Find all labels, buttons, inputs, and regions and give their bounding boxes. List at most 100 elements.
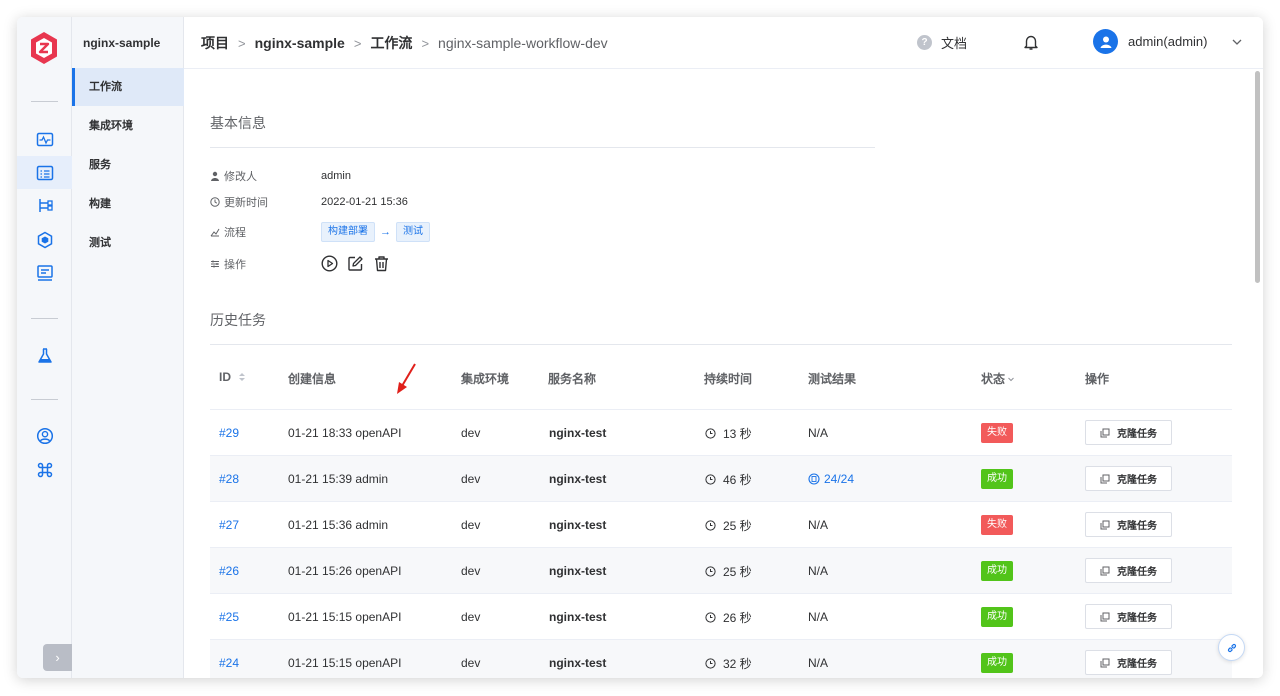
- docs-link[interactable]: ? 文档: [917, 33, 967, 52]
- filter-chevron-icon[interactable]: [1007, 375, 1015, 383]
- col-id-label: ID: [219, 370, 231, 384]
- run-workflow-icon[interactable]: [321, 255, 338, 272]
- link-float-button[interactable]: [1218, 634, 1245, 661]
- col-duration-header: 持续时间: [704, 372, 753, 386]
- status-cell: 失败: [981, 410, 1013, 456]
- status-badge: 成功: [981, 607, 1013, 627]
- notification-bell-icon[interactable]: [1022, 33, 1040, 51]
- rail-project-list-icon[interactable]: [17, 156, 72, 189]
- rail-release-icon[interactable]: [17, 256, 72, 289]
- test-result-cell: N/A: [808, 426, 829, 440]
- test-result-cell: N/A: [808, 610, 829, 624]
- duration-cell: 26 秒: [705, 594, 752, 640]
- clone-task-label: 克隆任务: [1117, 475, 1157, 486]
- rail-user-icon[interactable]: [17, 419, 72, 452]
- app-window: › nginx-sample 工作流 集成环境 服务 构建 测试 项目 > ng…: [17, 17, 1263, 678]
- duration-value: 26 秒: [723, 610, 752, 625]
- ops-label: 操作: [224, 258, 246, 271]
- rail-monitor-icon[interactable]: [17, 123, 72, 156]
- sort-icon[interactable]: [237, 371, 247, 383]
- sliders-icon: [211, 260, 219, 267]
- col-env-header: 集成环境: [461, 372, 510, 386]
- test-result-cell: N/A: [808, 564, 829, 578]
- copy-icon: [1100, 566, 1110, 575]
- user-menu[interactable]: admin(admin): [1093, 29, 1243, 54]
- info-flow-row: 流程 构建部署 → 测试: [210, 222, 430, 242]
- col-id-header[interactable]: ID: [219, 370, 247, 384]
- edit-workflow-icon[interactable]: [347, 255, 364, 272]
- table-row: #28 01-21 15:39 admin dev nginx-test 46 秒 24/…: [210, 456, 1232, 502]
- user-avatar-icon: [1100, 36, 1111, 48]
- clone-task-button[interactable]: 克隆任务: [1085, 466, 1172, 491]
- modifier-label-group: 修改人: [210, 168, 321, 184]
- clock-icon: [705, 565, 716, 577]
- col-status-header[interactable]: 状态: [981, 370, 1015, 387]
- task-id-link[interactable]: #25: [219, 594, 239, 640]
- clone-task-button[interactable]: 克隆任务: [1085, 650, 1172, 675]
- task-id-link[interactable]: #29: [219, 410, 239, 456]
- clock-icon: [705, 473, 716, 485]
- status-badge: 失败: [981, 423, 1013, 443]
- project-name: nginx-sample: [83, 36, 161, 50]
- status-badge: 成功: [981, 469, 1013, 489]
- sidebar-item-workflow[interactable]: 工作流: [72, 68, 184, 106]
- project-sidebar: nginx-sample 工作流 集成环境 服务 构建 测试: [72, 17, 184, 678]
- test-report-icon: [808, 473, 820, 485]
- status-badge: 失败: [981, 515, 1013, 535]
- expand-sidebar-button[interactable]: ›: [43, 644, 72, 671]
- clone-task-button[interactable]: 克隆任务: [1085, 420, 1172, 445]
- info-modifier-row: 修改人 admin: [210, 168, 351, 184]
- clone-task-label: 克隆任务: [1117, 521, 1157, 532]
- rail-flask-icon[interactable]: [17, 339, 72, 372]
- modifier-label: 修改人: [224, 171, 257, 183]
- status-cell: 成功: [981, 640, 1013, 678]
- table-body: #29 01-21 18:33 openAPI dev nginx-test 13 秒 N…: [210, 410, 1232, 678]
- flow-label: 流程: [224, 227, 246, 239]
- task-id-link[interactable]: #27: [219, 502, 239, 548]
- copy-icon: [1100, 474, 1110, 483]
- chevron-down-icon: [1233, 39, 1242, 45]
- rail-command-icon[interactable]: [17, 453, 72, 486]
- col-created-header: 创建信息: [288, 372, 337, 386]
- duration-value: 46 秒: [723, 472, 752, 487]
- sidebar-item-services[interactable]: 服务: [72, 146, 184, 184]
- annotation-arrow-icon: [397, 363, 416, 394]
- clone-task-label: 克隆任务: [1117, 429, 1157, 440]
- task-id-link[interactable]: #24: [219, 640, 239, 678]
- clone-task-button[interactable]: 克隆任务: [1085, 558, 1172, 583]
- clone-task-button[interactable]: 克隆任务: [1085, 512, 1172, 537]
- rail-pipeline-icon[interactable]: [17, 189, 72, 222]
- sidebar-item-environments[interactable]: 集成环境: [72, 107, 184, 145]
- task-id-link[interactable]: #26: [219, 548, 239, 594]
- delete-workflow-icon[interactable]: [373, 255, 390, 272]
- col-test-header: 测试结果: [808, 372, 857, 386]
- status-cell: 成功: [981, 456, 1013, 502]
- rail-hexagon-icon[interactable]: [17, 223, 72, 256]
- created-info: 01-21 15:36 admin: [288, 518, 389, 532]
- clone-task-button[interactable]: 克隆任务: [1085, 604, 1172, 629]
- flow-step-test[interactable]: 测试: [396, 222, 430, 242]
- breadcrumb-project[interactable]: nginx-sample: [255, 35, 345, 51]
- main-content: 基本信息 修改人 admin 更新时间 2022-01-21 15:36 流程 …: [184, 69, 1263, 678]
- duration-value: 13 秒: [723, 426, 752, 441]
- sidebar-item-tests[interactable]: 测试: [72, 224, 184, 262]
- vertical-scrollbar[interactable]: [1255, 71, 1260, 283]
- service-name-cell: nginx-test: [549, 564, 607, 578]
- created-info: 01-21 15:15 openAPI: [288, 656, 402, 670]
- app-logo-icon[interactable]: [29, 31, 59, 65]
- task-id-link[interactable]: #28: [219, 456, 239, 502]
- breadcrumb-projects[interactable]: 项目: [201, 33, 229, 53]
- sidebar-item-builds[interactable]: 构建: [72, 185, 184, 223]
- test-result-link[interactable]: 24/24: [808, 456, 854, 502]
- updated-label-group: 更新时间: [210, 194, 321, 210]
- status-cell: 失败: [981, 502, 1013, 548]
- clock-icon: [705, 657, 716, 669]
- env-cell: dev: [461, 656, 481, 670]
- breadcrumb-workflows[interactable]: 工作流: [370, 33, 412, 53]
- service-name-cell: nginx-test: [549, 656, 607, 670]
- table-row: #26 01-21 15:26 openAPI dev nginx-test 25 秒 N…: [210, 548, 1232, 594]
- flow-step-build-deploy[interactable]: 构建部署: [321, 222, 375, 242]
- created-info: 01-21 18:33 openAPI: [288, 426, 402, 440]
- breadcrumb: 项目 > nginx-sample > 工作流 > nginx-sample-w…: [201, 17, 608, 69]
- avatar: [1093, 29, 1118, 54]
